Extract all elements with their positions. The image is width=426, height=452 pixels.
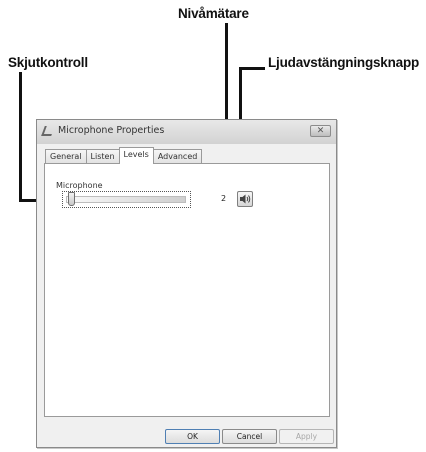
window-title: Microphone Properties (58, 125, 165, 136)
leader-line-slider-vertical (19, 72, 22, 202)
leader-line-mute-horizontal (239, 67, 265, 70)
microphone-properties-dialog: Microphone Properties ✕ General Listen L… (36, 119, 337, 448)
close-button[interactable]: ✕ (310, 125, 331, 137)
speaker-icon (238, 192, 252, 206)
ok-button[interactable]: OK (165, 429, 220, 444)
microphone-icon (41, 126, 55, 136)
title-bar[interactable]: Microphone Properties ✕ (37, 120, 336, 144)
cancel-button[interactable]: Cancel (222, 429, 277, 444)
callout-level-meter: Nivåmätare (178, 6, 249, 21)
tab-advanced[interactable]: Advanced (152, 149, 203, 164)
volume-slider-track[interactable] (66, 196, 186, 203)
tab-listen[interactable]: Listen (85, 149, 120, 164)
level-meter-value: 2 (221, 194, 227, 203)
tab-strip: General Listen Levels Advanced (45, 147, 203, 164)
tab-levels[interactable]: Levels (118, 147, 154, 164)
microphone-group-label: Microphone (56, 181, 103, 190)
volume-slider-thumb[interactable] (68, 192, 76, 206)
mute-button[interactable] (237, 191, 253, 207)
callout-slider: Skjutkontroll (8, 55, 88, 70)
callout-mute-button: Ljudavstängningsknapp (268, 55, 420, 70)
apply-button[interactable]: Apply (279, 429, 334, 444)
tab-general[interactable]: General (45, 149, 87, 164)
